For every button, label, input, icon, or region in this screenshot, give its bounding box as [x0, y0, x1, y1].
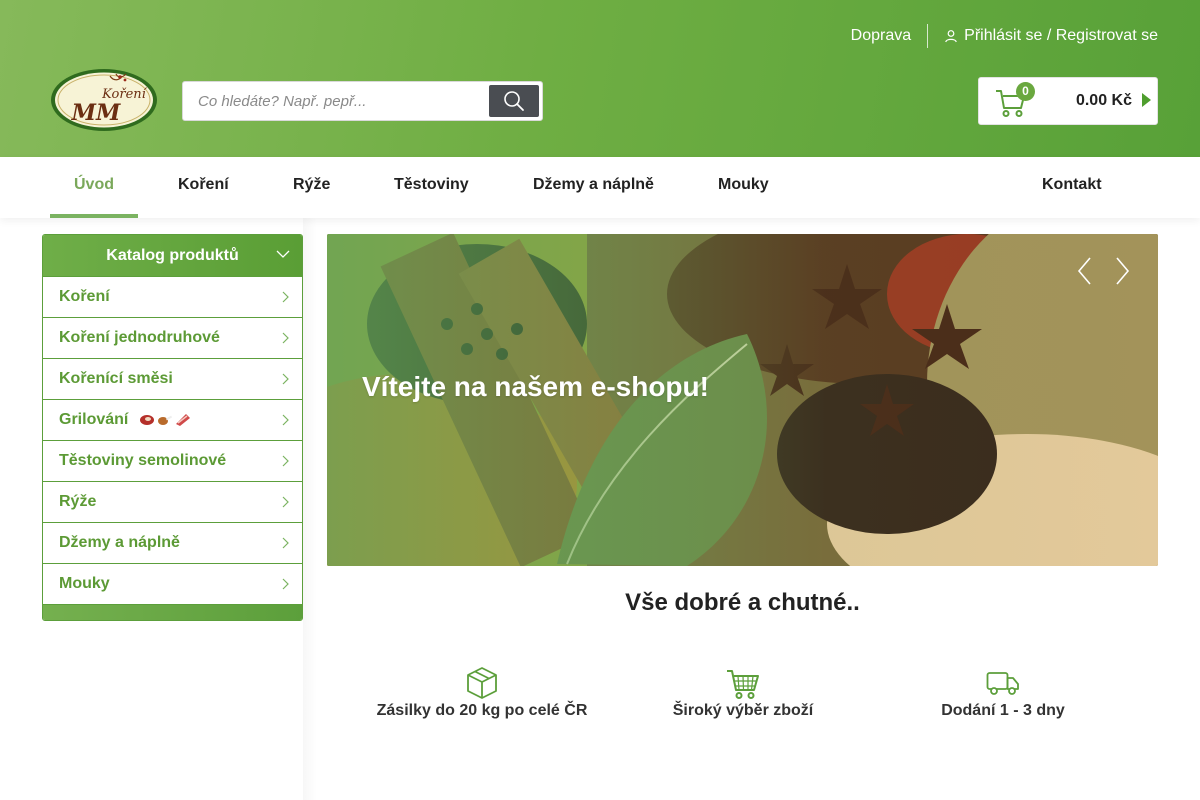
nav-item-mouky[interactable]: Mouky: [694, 157, 793, 218]
catalog-item-label: Kořenící směsi: [59, 370, 173, 387]
chevron-down-icon: [276, 250, 290, 258]
tagline: Vše dobré a chutné..: [625, 589, 860, 616]
chevron-right-icon: [282, 537, 289, 549]
search-icon: [504, 91, 524, 111]
catalog-item-ryze[interactable]: Rýže: [43, 481, 302, 522]
catalog-item-label: Rýže: [59, 493, 97, 510]
slider-next-button[interactable]: [1112, 256, 1132, 286]
search-bar: [182, 81, 543, 121]
bacon-icon: [175, 413, 190, 426]
catalog-item-label: Džemy a náplně: [59, 534, 180, 551]
main-nav: Úvod Koření Rýže Těstoviny Džemy a nápln…: [0, 157, 1200, 218]
feature-label: Zásilky do 20 kg po celé ČR: [376, 702, 588, 719]
catalog-item-dzemy[interactable]: Džemy a náplně: [43, 522, 302, 563]
feature-delivery: Dodání 1 - 3 dny: [863, 666, 1143, 720]
catalog-item-mouky[interactable]: Mouky: [43, 563, 302, 604]
shipping-link[interactable]: Doprava: [851, 24, 929, 48]
nav-item-koreni[interactable]: Koření: [154, 157, 253, 218]
feature-selection: Široký výběr zboží: [603, 666, 883, 720]
chevron-right-icon: [282, 455, 289, 467]
slider-prev-button[interactable]: [1075, 256, 1095, 286]
chevron-left-icon: [1077, 257, 1091, 285]
site-header: Doprava Přihlásit se / Registrovat se Ko…: [0, 0, 1200, 157]
grill-icons: [139, 413, 191, 427]
login-register-link[interactable]: Přihlásit se / Registrovat se: [928, 24, 1158, 48]
feature-label: Dodání 1 - 3 dny: [941, 702, 1065, 719]
catalog-item-korenici-smesi[interactable]: Kořenící směsi: [43, 358, 302, 399]
nav-item-uvod[interactable]: Úvod: [50, 157, 138, 218]
catalog-item-label: Mouky: [59, 575, 110, 592]
chevron-right-icon: [282, 332, 289, 344]
sidebar-shadow: [303, 218, 317, 800]
box-icon: [467, 667, 497, 699]
nav-item-ryze[interactable]: Rýže: [269, 157, 354, 218]
site-logo[interactable]: Koření MM: [50, 68, 158, 132]
nav-item-kontakt[interactable]: Kontakt: [1018, 157, 1126, 218]
cart-arrow-icon: [1142, 93, 1151, 107]
search-input[interactable]: [183, 82, 483, 120]
catalog-item-grilovani[interactable]: Grilování: [43, 399, 302, 440]
chevron-right-icon: [1116, 257, 1130, 285]
cart-widget[interactable]: 0 0.00 Kč: [978, 77, 1158, 125]
hero-banner: Vítejte na našem e-shopu!: [327, 234, 1158, 566]
search-button[interactable]: [489, 85, 539, 117]
catalog-item-koreni-jednodruhove[interactable]: Koření jednodruhové: [43, 317, 302, 358]
catalog-item-label: Koření: [59, 288, 110, 305]
chevron-right-icon: [282, 291, 289, 303]
catalog-header[interactable]: Katalog produktů: [43, 235, 302, 276]
chevron-right-icon: [282, 496, 289, 508]
shopping-cart-icon: [727, 670, 759, 699]
svg-text:MM: MM: [71, 100, 121, 126]
catalog-title: Katalog produktů: [106, 247, 239, 264]
nav-item-testoviny[interactable]: Těstoviny: [370, 157, 493, 218]
delivery-truck-icon: [986, 672, 1019, 695]
banner-headline: Vítejte na našem e-shopu!: [362, 371, 709, 402]
login-register-label: Přihlásit se / Registrovat se: [964, 27, 1158, 44]
nav-item-dzemy[interactable]: Džemy a náplně: [509, 157, 678, 218]
catalog-footer: [43, 604, 302, 620]
cart-count-badge: 0: [1016, 82, 1035, 101]
catalog-item-testoviny-semolinove[interactable]: Těstoviny semolinové: [43, 440, 302, 481]
catalog-item-label: Grilování: [59, 411, 129, 428]
top-links: Doprava Přihlásit se / Registrovat se: [851, 24, 1158, 48]
feature-shipping: Zásilky do 20 kg po celé ČR: [342, 666, 622, 720]
drumstick-icon: [157, 415, 172, 425]
meat-icon: [139, 414, 154, 425]
product-catalog: Katalog produktů Koření Koření jednodruh…: [42, 234, 303, 621]
catalog-item-koreni[interactable]: Koření: [43, 276, 302, 317]
cart-total: 0.00 Kč: [1075, 92, 1132, 109]
chevron-right-icon: [282, 414, 289, 426]
user-icon: [945, 30, 957, 43]
catalog-item-label: Těstoviny semolinové: [59, 452, 227, 469]
chevron-right-icon: [282, 578, 289, 590]
catalog-item-label: Koření jednodruhové: [59, 329, 220, 346]
chevron-right-icon: [282, 373, 289, 385]
feature-label: Široký výběr zboží: [672, 702, 814, 719]
